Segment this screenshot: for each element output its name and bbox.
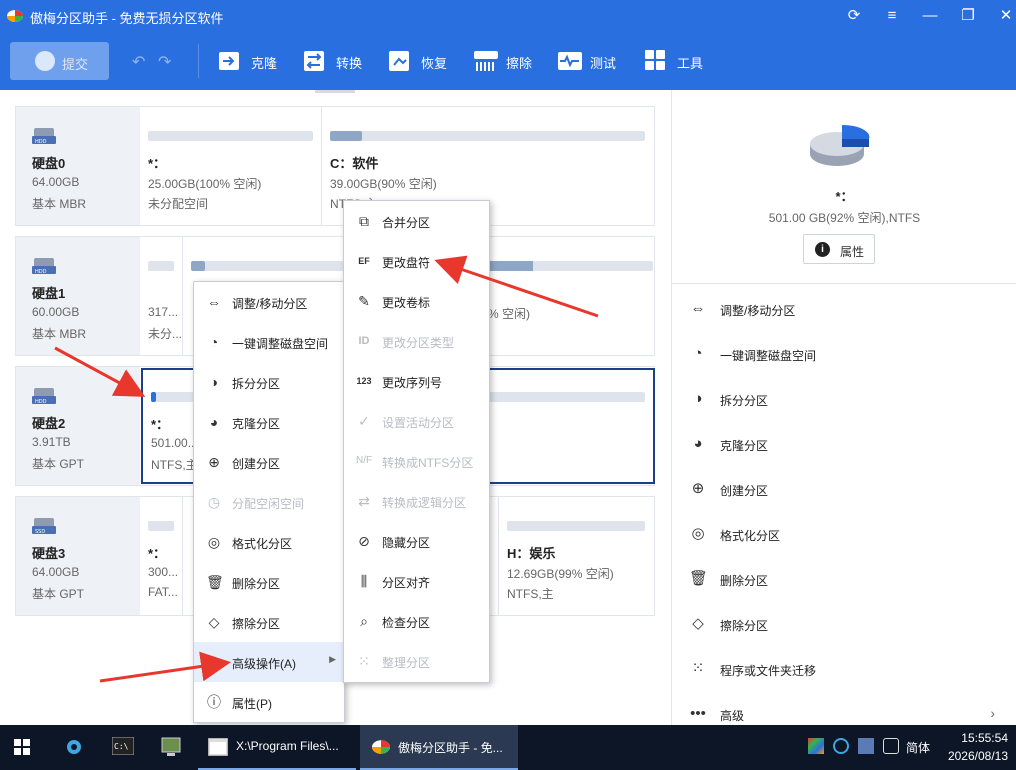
- terminal-icon[interactable]: C:\: [112, 737, 134, 755]
- clock-date: 2026/08/13: [947, 749, 1008, 763]
- taskbar-app-label: 傲梅分区助手 - 免...: [398, 741, 503, 755]
- clock-time: 15:55:54: [961, 731, 1008, 745]
- arrow-to-change-letter: [434, 255, 599, 318]
- taskbar-app-explorer[interactable]: X:\Program Files\...: [198, 725, 356, 770]
- keyboard-tray-icon[interactable]: [883, 738, 899, 754]
- color-tray-icon[interactable]: [808, 738, 824, 754]
- input-language[interactable]: 简体: [906, 739, 930, 756]
- arrow-to-partition: [54, 346, 146, 397]
- windows-start-icon[interactable]: [14, 739, 30, 755]
- svg-text:C:\: C:\: [114, 742, 129, 751]
- arrow-to-advanced: [99, 651, 231, 683]
- network-tray-icon[interactable]: [833, 738, 849, 754]
- taskbar-app-aomei[interactable]: 傲梅分区助手 - 免...: [360, 725, 518, 770]
- explorer-icon: [208, 738, 228, 756]
- aomei-icon: [372, 740, 390, 754]
- vm-tray-icon[interactable]: [858, 738, 874, 754]
- taskbar-app-label: X:\Program Files\...: [236, 739, 339, 753]
- annotation-arrows: [54, 255, 599, 683]
- system-clock[interactable]: 15:55:54 2026/08/13: [942, 731, 1008, 763]
- gear-app-icon[interactable]: [63, 736, 85, 758]
- taskbar: C:\ X:\Program Files\... 傲梅分区助手 - 免... 简…: [0, 725, 1016, 770]
- monitor-app-icon[interactable]: [161, 737, 183, 757]
